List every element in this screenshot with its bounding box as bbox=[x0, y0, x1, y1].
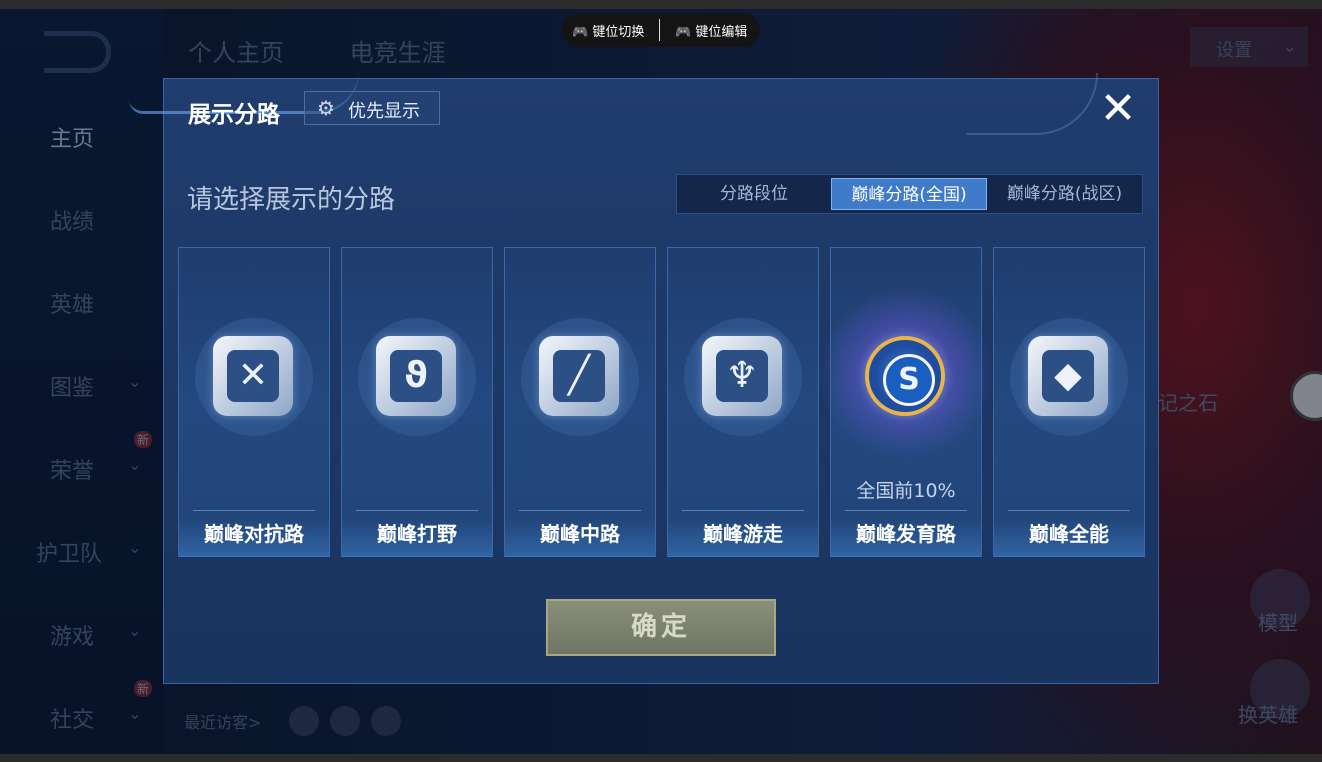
dragon-icon: ϑ bbox=[376, 336, 456, 416]
key-switch-button[interactable]: 🎮 键位切换 bbox=[572, 21, 644, 40]
window-top-bar bbox=[0, 0, 1322, 9]
priority-display-label: 优先显示 bbox=[348, 101, 420, 122]
emblem-glyph: S bbox=[898, 362, 920, 397]
dialog-subtitle: 请选择展示的分路 bbox=[187, 185, 396, 215]
key-mapping-hud: 🎮 键位切换 🎮 键位编辑 bbox=[562, 13, 760, 47]
lane-name: 巅峰打野 bbox=[342, 519, 492, 557]
key-edit-button[interactable]: 🎮 键位编辑 bbox=[675, 21, 747, 40]
key-edit-label: 键位编辑 bbox=[695, 25, 748, 40]
emblem-glyph: ϑ bbox=[404, 355, 428, 396]
hud-divider bbox=[659, 19, 660, 41]
diamond-frame-icon: ◆ bbox=[1028, 336, 1108, 416]
emblem-glyph: ✕ bbox=[237, 355, 269, 396]
lane-rank: 全国前10% bbox=[856, 480, 956, 502]
wings-icon: ♆ bbox=[702, 336, 782, 416]
emblem-glyph: ╱ bbox=[568, 355, 590, 396]
gamepad-icon: 🎮 bbox=[572, 25, 589, 40]
tab-peak-national[interactable]: 巅峰分路(全国) bbox=[831, 178, 987, 210]
lane-card-adc[interactable]: S 全国前10% 巅峰发育路 bbox=[816, 247, 996, 557]
decorative-swirl bbox=[966, 73, 1098, 135]
gamepad-icon: 🎮 bbox=[675, 25, 692, 40]
lane-card-allround[interactable]: ◆ 巅峰全能 bbox=[993, 247, 1145, 557]
emblem-glyph: ♆ bbox=[725, 355, 759, 396]
card-divider bbox=[845, 510, 967, 511]
lane-name: 巅峰发育路 bbox=[831, 519, 981, 557]
card-divider bbox=[1008, 510, 1130, 511]
card-divider bbox=[682, 510, 804, 511]
lane-card-mid[interactable]: ╱ 巅峰中路 bbox=[504, 247, 656, 557]
gear-icon: ⚙ bbox=[317, 96, 335, 120]
crossed-swords-icon: ✕ bbox=[213, 336, 293, 416]
lane-name: 巅峰游走 bbox=[668, 519, 818, 557]
key-switch-label: 键位切换 bbox=[592, 25, 645, 40]
diagonal-slash-icon: ╱ bbox=[539, 336, 619, 416]
card-divider bbox=[356, 510, 478, 511]
lane-name: 巅峰全能 bbox=[994, 519, 1144, 557]
segment-tabs: 分路段位 巅峰分路(全国) 巅峰分路(战区) bbox=[676, 174, 1143, 214]
priority-display-button[interactable]: ⚙ 优先显示 bbox=[304, 91, 440, 125]
card-divider bbox=[519, 510, 641, 511]
confirm-button[interactable]: 确定 bbox=[546, 599, 776, 656]
window-bottom-bar bbox=[0, 754, 1322, 762]
close-button[interactable]: ✕ bbox=[1098, 87, 1138, 131]
card-divider bbox=[193, 510, 315, 511]
lane-display-dialog: 展示分路 ⚙ 优先显示 ✕ 请选择展示的分路 分路段位 巅峰分路(全国) 巅峰分… bbox=[129, 73, 1159, 684]
lane-name: 巅峰对抗路 bbox=[179, 519, 329, 557]
lane-card-top[interactable]: ✕ 巅峰对抗路 bbox=[178, 247, 330, 557]
emblem-badge-icon: S bbox=[865, 336, 945, 416]
lane-card-roam[interactable]: ♆ 巅峰游走 bbox=[667, 247, 819, 557]
lane-name: 巅峰中路 bbox=[505, 519, 655, 557]
tab-lane-rank[interactable]: 分路段位 bbox=[677, 178, 831, 210]
dialog-title: 展示分路 bbox=[188, 102, 280, 128]
lane-card-jungle[interactable]: ϑ 巅峰打野 bbox=[341, 247, 493, 557]
emblem-glyph: ◆ bbox=[1054, 355, 1082, 396]
tab-peak-region[interactable]: 巅峰分路(战区) bbox=[987, 178, 1142, 210]
